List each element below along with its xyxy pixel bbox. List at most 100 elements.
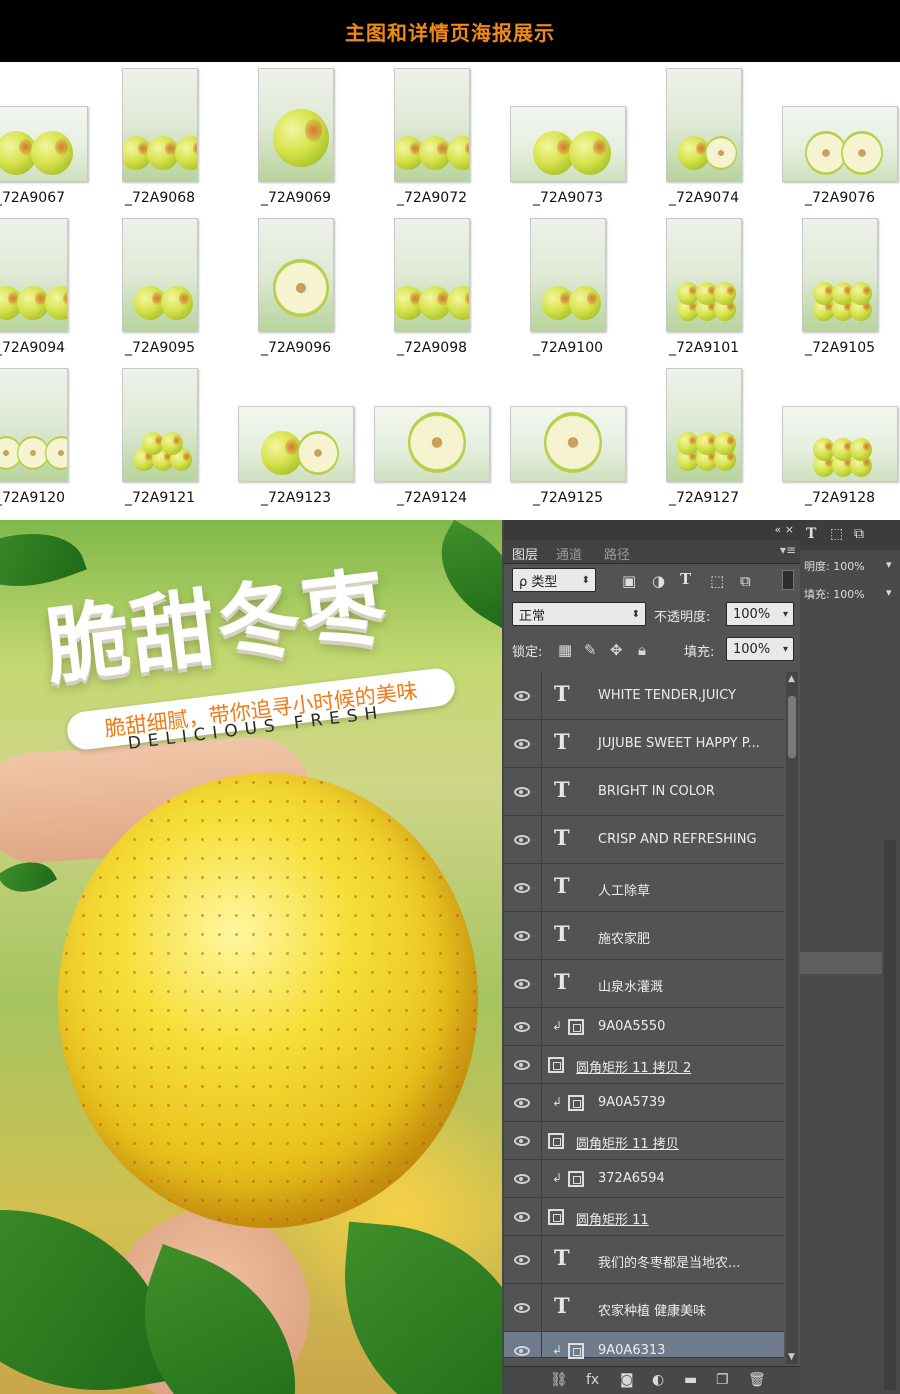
thumbnail-image[interactable] (258, 68, 334, 182)
layer-row[interactable]: T 施农家肥 (504, 912, 784, 960)
thumbnail-item[interactable]: _72A9127 (636, 362, 772, 512)
dock-dropdown-icon[interactable]: ▾ (886, 586, 892, 599)
layer-name[interactable]: 农家种植 健康美味 (598, 1300, 706, 1319)
visibility-eye-icon[interactable] (514, 739, 530, 749)
thumbnail-item[interactable]: _72A9100 (500, 212, 636, 362)
thumbnail-item[interactable]: _72A9074 (636, 62, 772, 212)
thumbnail-image[interactable] (0, 368, 68, 482)
thumbnail-image[interactable] (510, 406, 626, 482)
layer-row[interactable]: 圆角矩形 11 拷贝 2 (504, 1046, 784, 1084)
trash-icon[interactable]: 🗑︎ (748, 1372, 766, 1388)
visibility-eye-icon[interactable] (514, 1022, 530, 1032)
thumbnail-image[interactable] (122, 368, 198, 482)
layer-name[interactable]: 山泉水灌溉 (598, 976, 663, 995)
panel-menu-icon[interactable]: ▾≡ (780, 543, 796, 557)
layer-name[interactable]: 9A0A5739 (598, 1095, 665, 1110)
thumbnail-item[interactable]: _72A9121 (92, 362, 228, 512)
thumbnail-image[interactable] (666, 218, 742, 332)
layer-name[interactable]: 圆角矩形 11 拷贝 (576, 1133, 679, 1152)
layer-list-scrollbar[interactable]: ▲ ▼ (786, 672, 798, 1364)
thumbnail-image[interactable] (374, 406, 490, 482)
fx-icon[interactable]: fx (586, 1372, 599, 1388)
layer-row[interactable]: ↲ 9A0A6313 (504, 1332, 784, 1359)
layer-name[interactable]: 圆角矩形 11 (576, 1209, 649, 1228)
visibility-eye-icon[interactable] (514, 1174, 530, 1184)
layer-name[interactable]: 9A0A6313 (598, 1343, 665, 1358)
visibility-eye-icon[interactable] (514, 1060, 530, 1070)
visibility-eye-icon[interactable] (514, 1346, 530, 1356)
visibility-eye-icon[interactable] (514, 691, 530, 701)
layer-name[interactable]: 372A6594 (598, 1171, 665, 1186)
visibility-eye-icon[interactable] (514, 1212, 530, 1222)
thumbnail-item[interactable]: _72A9123 (228, 362, 364, 512)
visibility-eye-icon[interactable] (514, 1255, 530, 1265)
thumbnail-item[interactable]: _72A9076 (772, 62, 900, 212)
layer-name[interactable]: BRIGHT IN COLOR (598, 784, 715, 799)
thumbnail-item[interactable]: _72A9128 (772, 362, 900, 512)
layer-row[interactable]: ↲ 9A0A5550 (504, 1008, 784, 1046)
thumbnail-image[interactable] (0, 106, 88, 182)
thumbnail-image[interactable] (530, 218, 606, 332)
thumbnail-image[interactable] (0, 218, 68, 332)
layer-row[interactable]: T 人工除草 (504, 864, 784, 912)
tab-layers[interactable]: 图层 (512, 544, 538, 563)
layer-row[interactable]: 圆角矩形 11 拷贝 (504, 1122, 784, 1160)
layer-row[interactable]: ↲ 372A6594 (504, 1160, 784, 1198)
layer-name[interactable]: CRISP AND REFRESHING (598, 832, 757, 847)
layer-name[interactable]: 9A0A5550 (598, 1019, 665, 1034)
visibility-eye-icon[interactable] (514, 1303, 530, 1313)
adjustment-icon[interactable]: ◐ (652, 1372, 664, 1388)
layer-row[interactable]: 圆角矩形 11 (504, 1198, 784, 1236)
layer-filter-select[interactable]: ρ 类型 ⬍ (512, 568, 596, 592)
thumbnail-item[interactable]: _72A9073 (500, 62, 636, 212)
visibility-eye-icon[interactable] (514, 1098, 530, 1108)
thumbnail-image[interactable] (510, 106, 626, 182)
opacity-field[interactable]: 100% ▾ (726, 602, 794, 626)
lock-position-icon[interactable]: ✥ (610, 641, 623, 659)
thumbnail-item[interactable]: _72A9072 (364, 62, 500, 212)
thumbnail-image[interactable] (782, 406, 898, 482)
thumbnail-image[interactable] (238, 406, 354, 482)
thumbnail-item[interactable]: _72A9124 (364, 362, 500, 512)
thumbnail-item[interactable]: _72A9120 (0, 362, 98, 512)
visibility-eye-icon[interactable] (514, 883, 530, 893)
blend-mode-select[interactable]: 正常 ⬍ (512, 602, 646, 626)
shape-filter-icon[interactable]: ⬚ (710, 572, 724, 590)
thumbnail-item[interactable]: _72A9067 (0, 62, 98, 212)
thumbnail-item[interactable]: _72A9125 (500, 362, 636, 512)
thumbnail-item[interactable]: _72A9101 (636, 212, 772, 362)
thumbnail-item[interactable]: _72A9098 (364, 212, 500, 362)
layer-name[interactable]: WHITE TENDER,JUICY (598, 688, 736, 703)
fill-field[interactable]: 100% ▾ (726, 637, 794, 661)
visibility-eye-icon[interactable] (514, 931, 530, 941)
visibility-eye-icon[interactable] (514, 979, 530, 989)
visibility-eye-icon[interactable] (514, 835, 530, 845)
layer-row[interactable]: T 农家种植 健康美味 (504, 1284, 784, 1332)
thumbnail-item[interactable]: _72A9105 (772, 212, 900, 362)
text-tool-icon[interactable]: T (806, 526, 816, 542)
thumbnail-image[interactable] (666, 368, 742, 482)
lock-pixels-icon[interactable]: ✎ (584, 641, 597, 659)
thumbnail-item[interactable]: _72A9068 (92, 62, 228, 212)
thumbnail-image[interactable] (122, 68, 198, 182)
layer-name[interactable]: 圆角矩形 11 拷贝 2 (576, 1057, 691, 1076)
dock-dropdown-icon[interactable]: ▾ (886, 558, 892, 571)
new-layer-icon[interactable]: ❐ (716, 1372, 729, 1388)
layer-name[interactable]: 施农家肥 (598, 928, 650, 947)
layer-row[interactable]: ↲ 9A0A5739 (504, 1084, 784, 1122)
image-filter-icon[interactable]: ▣ (622, 572, 636, 590)
filter-toggle[interactable] (782, 570, 794, 590)
folder-icon[interactable]: ▬ (684, 1372, 697, 1388)
thumbnail-image[interactable] (394, 218, 470, 332)
layer-row[interactable]: T WHITE TENDER,JUICY (504, 672, 784, 720)
layer-row[interactable]: T 山泉水灌溉 (504, 960, 784, 1008)
lock-all-icon[interactable]: 🔒︎ (638, 641, 646, 659)
layer-row[interactable]: T BRIGHT IN COLOR (504, 768, 784, 816)
dock-scrollbar[interactable] (884, 840, 896, 1390)
tab-channels[interactable]: 通道 (556, 544, 582, 563)
lock-transparency-icon[interactable]: ▦ (558, 641, 572, 659)
thumbnail-image[interactable] (394, 68, 470, 182)
thumbnail-image[interactable] (802, 218, 878, 332)
adjustment-filter-icon[interactable]: ◑ (652, 572, 665, 590)
text-filter-icon[interactable]: T (680, 570, 691, 588)
